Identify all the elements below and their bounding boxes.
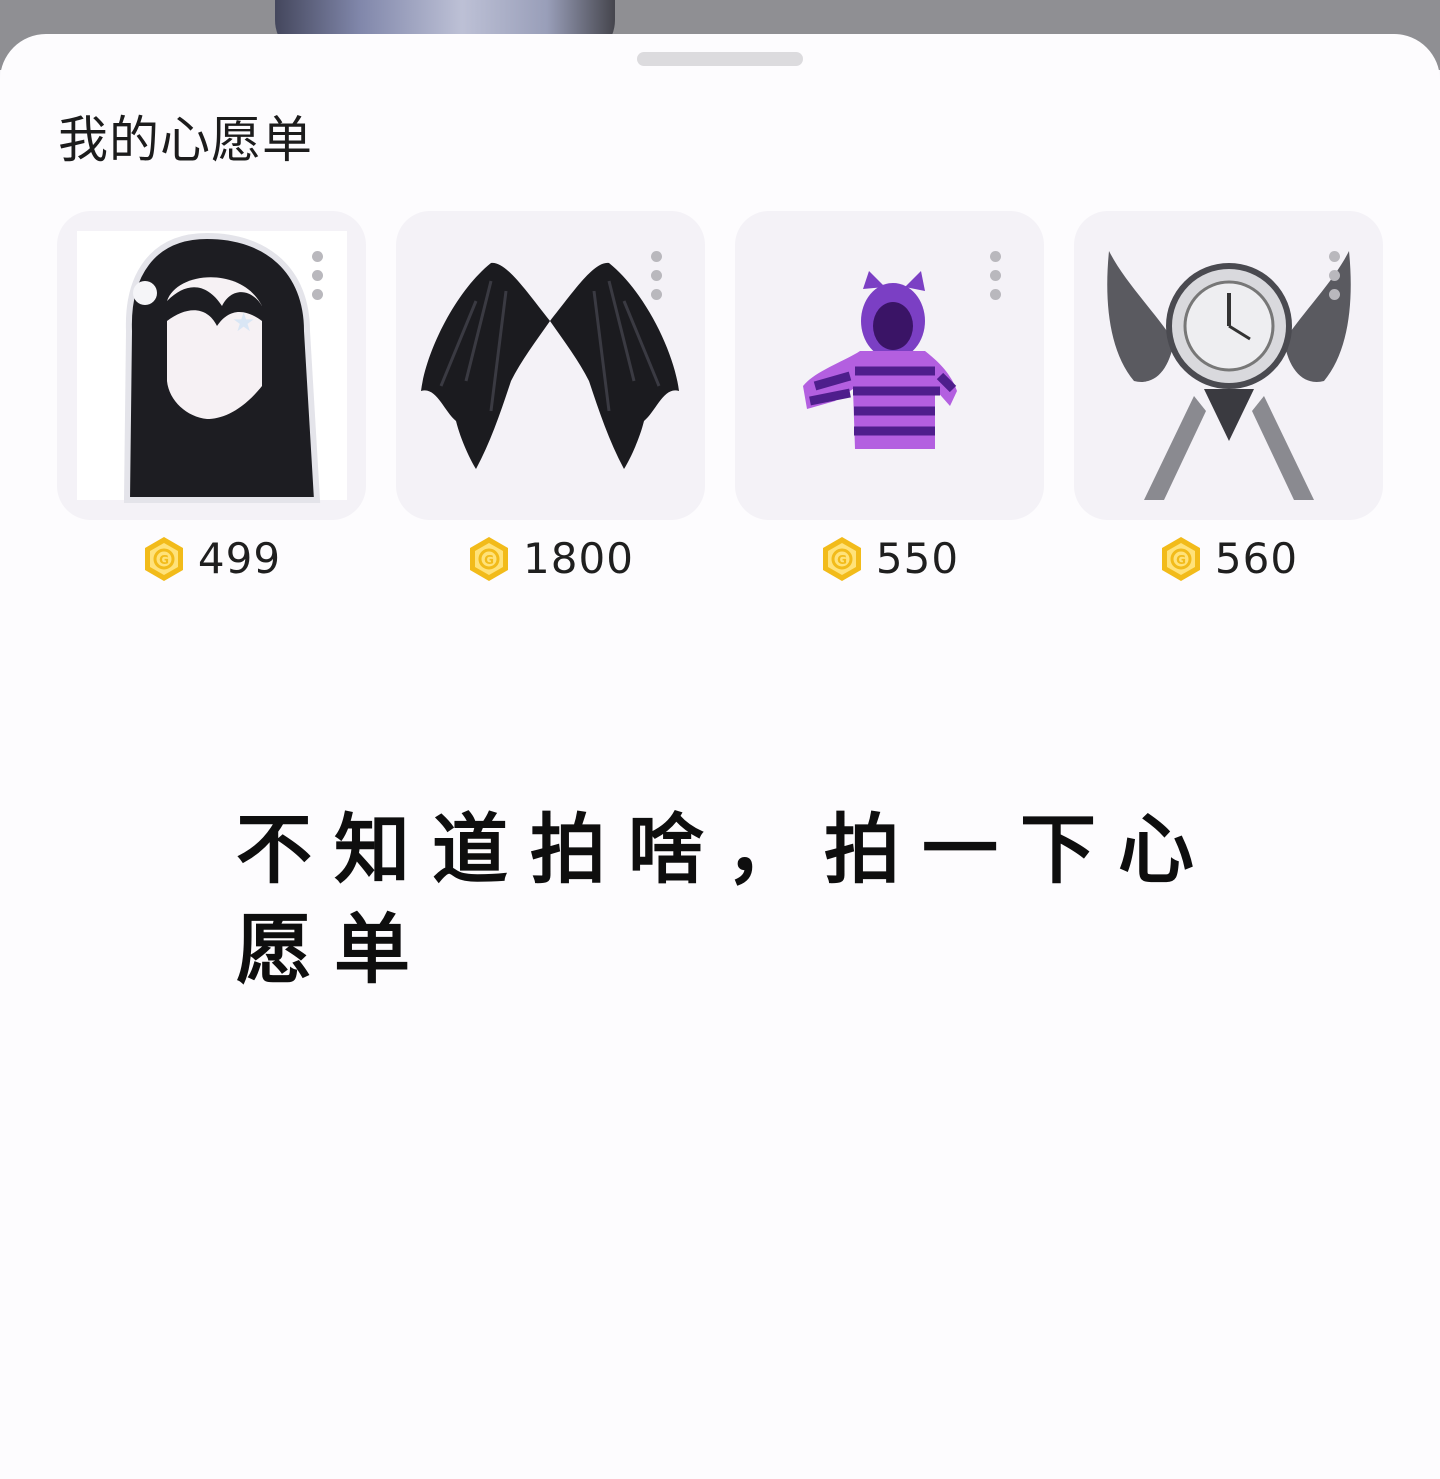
svg-text:G: G — [159, 553, 169, 567]
wishlist-item[interactable]: G 1800 — [396, 211, 705, 583]
coin-icon: G — [144, 536, 183, 581]
price-value: 1800 — [523, 534, 634, 583]
item-price: G 499 — [57, 534, 366, 583]
price-value: 560 — [1214, 534, 1299, 583]
page-title: 我的心愿单 — [58, 111, 313, 169]
caption-text: 不知道拍啥，拍一下心愿单 — [236, 805, 1216, 994]
more-options-icon[interactable] — [990, 251, 1002, 301]
svg-text:G: G — [837, 553, 847, 567]
wishlist-item[interactable]: G 550 — [735, 211, 1044, 583]
coin-icon: G — [1161, 536, 1200, 581]
wishlist-item[interactable]: G 560 — [1074, 211, 1383, 583]
more-options-icon[interactable] — [1329, 251, 1341, 301]
coin-icon: G — [822, 536, 861, 581]
svg-text:G: G — [484, 553, 494, 567]
item-price: G 550 — [735, 534, 1044, 583]
svg-text:G: G — [1176, 553, 1186, 567]
sheet-drag-handle[interactable] — [637, 52, 803, 66]
price-value: 550 — [875, 534, 960, 583]
item-thumbnail[interactable]: ★ — [57, 211, 366, 520]
coin-icon: G — [470, 536, 509, 581]
more-options-icon[interactable] — [651, 251, 663, 301]
more-options-icon[interactable] — [312, 251, 324, 301]
price-value: 499 — [197, 534, 282, 583]
item-price: G 1800 — [396, 534, 705, 583]
item-price: G 560 — [1074, 534, 1383, 583]
wishlist-item[interactable]: ★ G 499 — [57, 211, 366, 583]
item-thumbnail[interactable] — [1074, 211, 1383, 520]
item-thumbnail[interactable] — [735, 211, 1044, 520]
wishlist-bottom-sheet: 我的心愿单 ★ G 499 G 1800 G 550 G 560 不知道拍啥，拍… — [0, 34, 1440, 1479]
item-thumbnail[interactable] — [396, 211, 705, 520]
svg-text:★: ★ — [232, 308, 255, 338]
